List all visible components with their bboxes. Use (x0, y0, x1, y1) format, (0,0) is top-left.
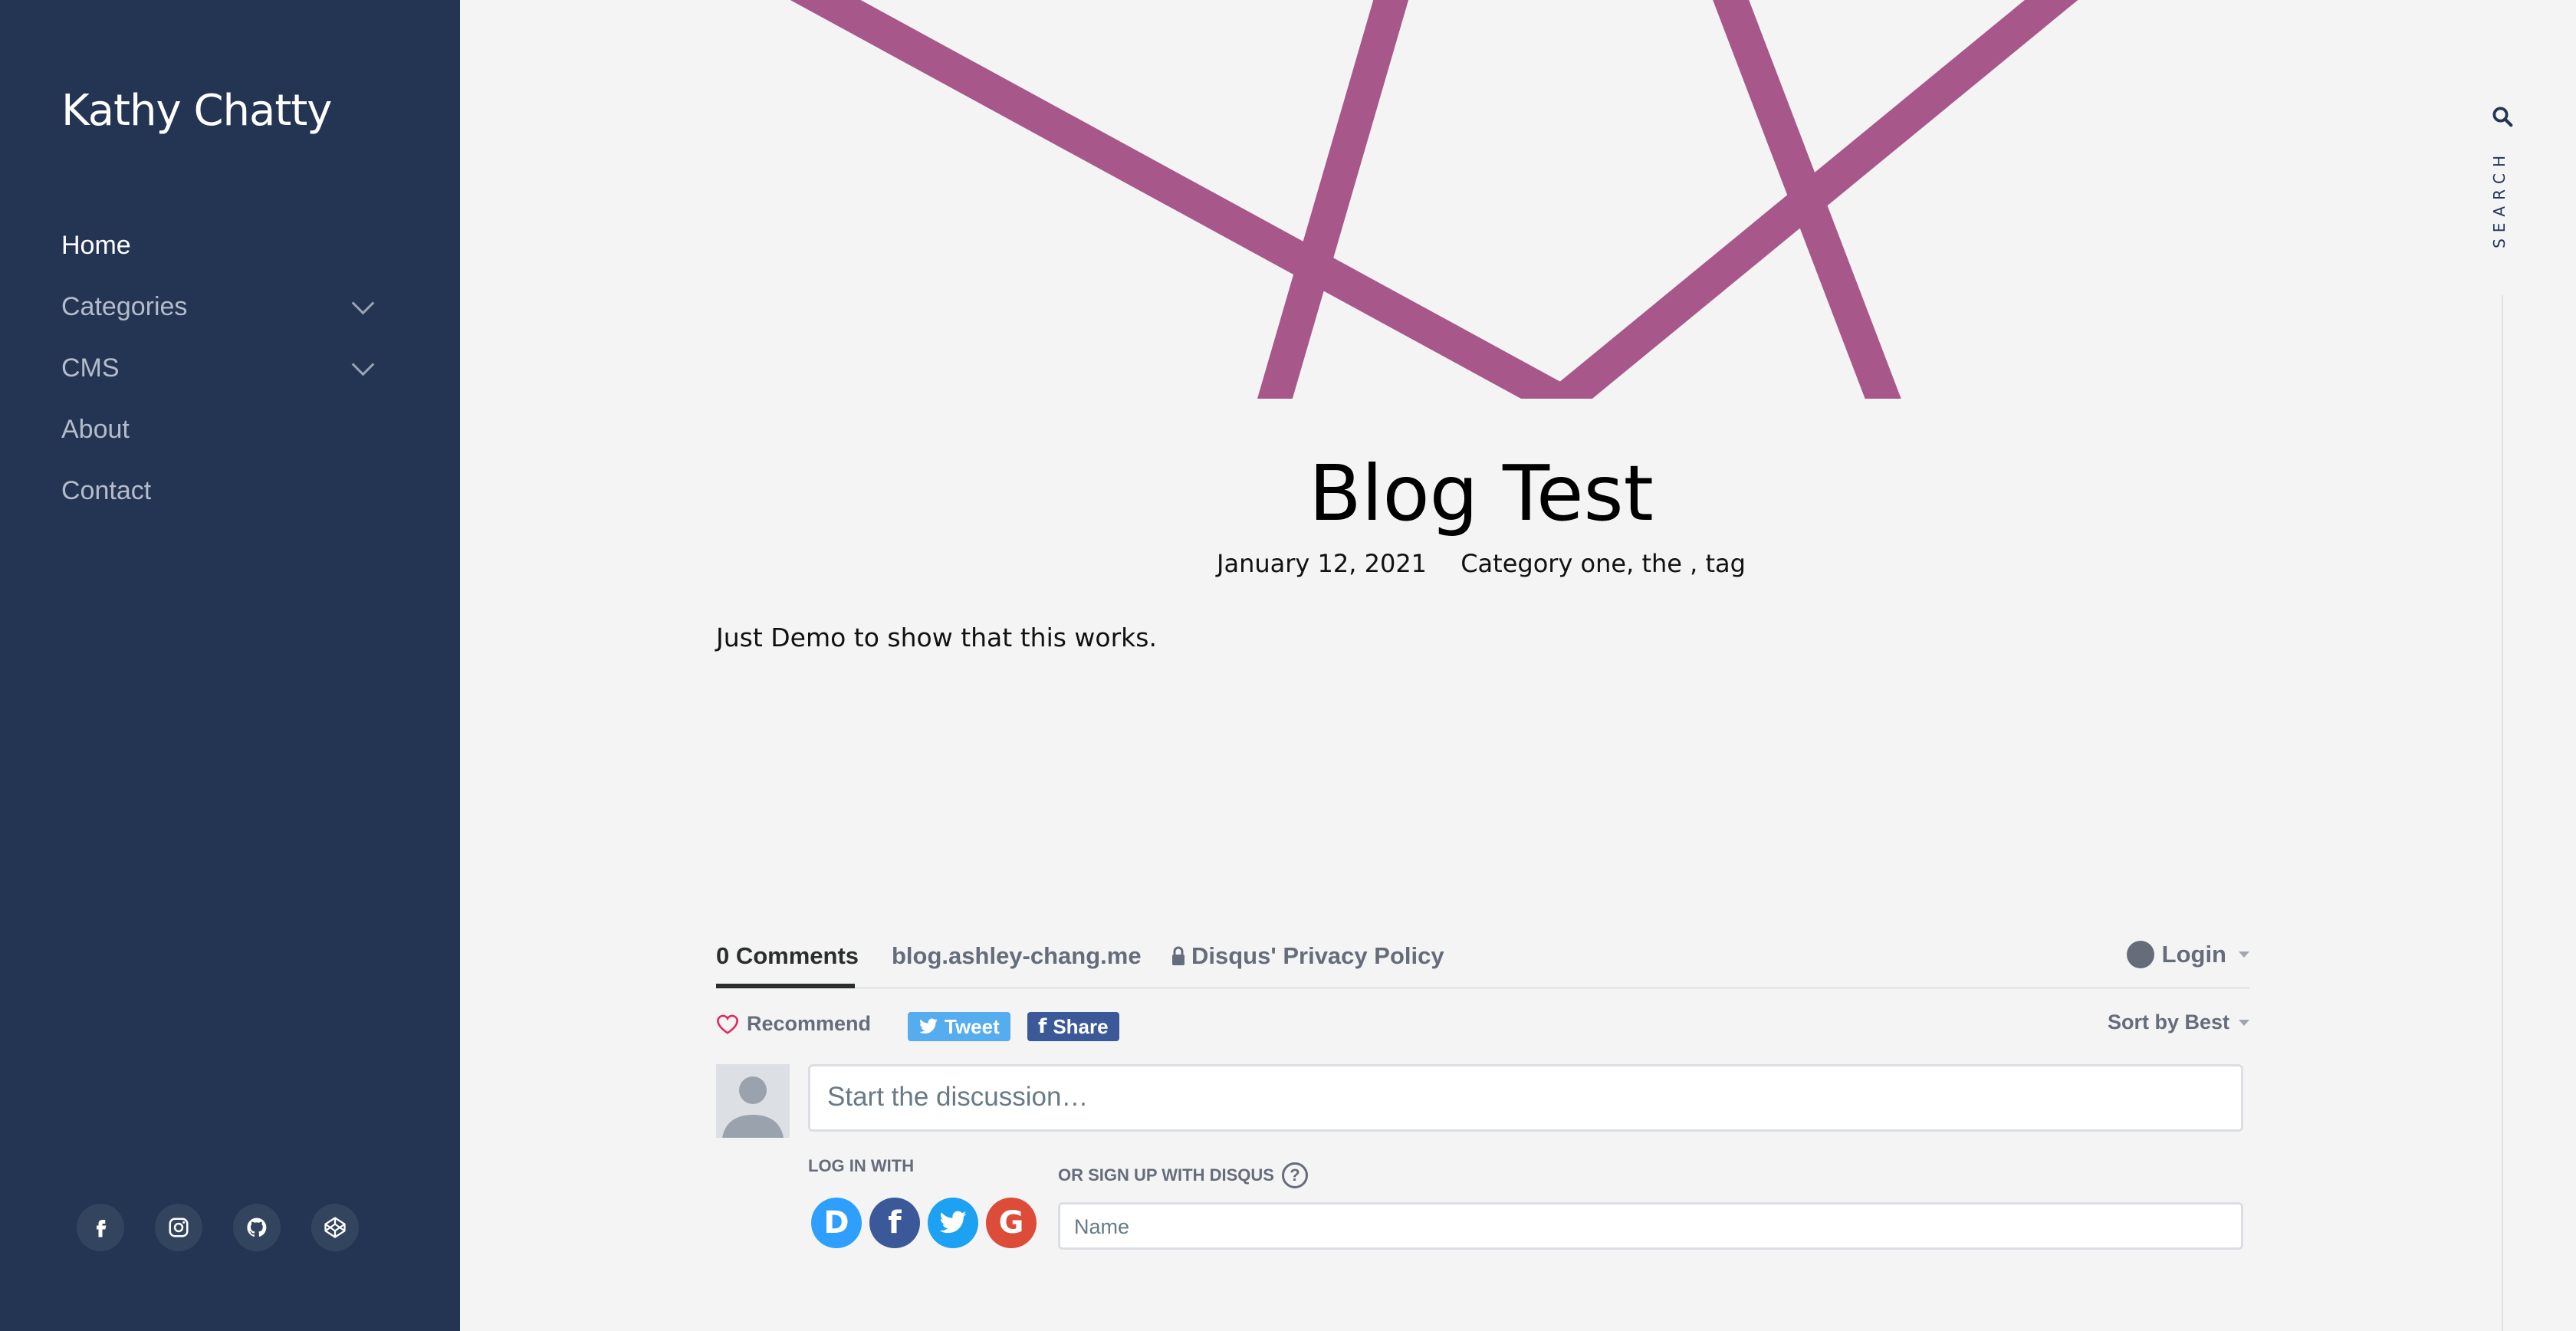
help-icon[interactable]: ? (1281, 1162, 1308, 1188)
login-label: Login (2161, 941, 2226, 968)
hero-image (460, 0, 2507, 399)
disqus-thread: 0 Comments blog.ashley-chang.me Disqus' … (716, 932, 2249, 1265)
tab-site[interactable]: blog.ashley-chang.me (892, 942, 1142, 970)
codepen-link[interactable] (311, 1204, 359, 1251)
disqus-login-button[interactable]: D (811, 1198, 862, 1248)
login-button[interactable]: Login (2126, 941, 2249, 968)
sidebar: Kathy Chatty Home Categories CMS About C… (0, 0, 460, 1331)
disqus-icon: D (823, 1205, 849, 1241)
sort-label: Sort by Best (2107, 1011, 2229, 1034)
tab-comments[interactable]: 0 Comments (716, 942, 859, 970)
twitter-icon (919, 1018, 938, 1034)
nav-item-label: CMS (61, 353, 120, 383)
facebook-icon: f (888, 1205, 902, 1241)
recommend-label: Recommend (747, 1012, 872, 1035)
nav-item-categories[interactable]: Categories (61, 276, 376, 337)
tweet-label: Tweet (945, 1014, 1000, 1038)
twitter-login-button[interactable] (928, 1198, 978, 1248)
post-categories[interactable]: Category one, the , tag (1460, 549, 1746, 578)
active-tab-indicator (716, 984, 855, 988)
facebook-login-button[interactable]: f (869, 1198, 920, 1248)
avatar (716, 1064, 790, 1138)
github-icon (247, 1218, 267, 1237)
site-brand[interactable]: Kathy Chatty (61, 86, 332, 136)
instagram-link[interactable] (155, 1204, 202, 1251)
recommend-button[interactable]: Recommend (716, 1012, 871, 1036)
chat-bubble-icon (2126, 941, 2154, 968)
search-button[interactable] (2486, 100, 2519, 133)
post-title: Blog Test (1309, 449, 1654, 538)
caret-down-icon (2239, 951, 2249, 958)
login-providers: D f G (811, 1198, 1037, 1248)
tweet-button[interactable]: Tweet (908, 1012, 1010, 1041)
nav-item-label: About (61, 414, 130, 444)
user-avatar-icon (722, 1076, 784, 1138)
hero-artwork (790, 0, 2078, 399)
nav-item-about[interactable]: About (61, 399, 376, 460)
signup-label: OR SIGN UP WITH DISQUS ? (1058, 1162, 1308, 1188)
post-meta: January 12, 2021 Category one, the , tag (460, 549, 2502, 578)
tab-privacy-policy[interactable]: Disqus' Privacy Policy (1171, 942, 1444, 970)
chevron-down-icon[interactable] (351, 291, 375, 314)
nav-item-home[interactable]: Home (61, 215, 376, 276)
instagram-icon (169, 1218, 189, 1237)
disqus-actions: Recommend Tweet f Share Sort by Best (716, 989, 2249, 1058)
chevron-down-icon[interactable] (351, 353, 375, 376)
share-label: Share (1053, 1014, 1109, 1038)
share-button[interactable]: f Share (1027, 1012, 1119, 1041)
signup-text: OR SIGN UP WITH DISQUS (1058, 1165, 1274, 1185)
comment-compose: Start the discussion… LOG IN WITH OR SIG… (716, 1058, 2249, 1265)
heart-icon (717, 1014, 738, 1034)
nav-item-label: Home (61, 230, 131, 260)
facebook-icon (97, 1220, 107, 1237)
caret-down-icon (2239, 1019, 2249, 1026)
name-input[interactable]: Name (1058, 1202, 2243, 1250)
github-link[interactable] (233, 1204, 281, 1251)
google-icon: G (998, 1205, 1024, 1241)
twitter-icon (939, 1211, 967, 1234)
comment-input[interactable]: Start the discussion… (808, 1064, 2243, 1132)
sort-dropdown[interactable]: Sort by Best (2108, 1011, 2249, 1034)
facebook-link[interactable] (77, 1204, 124, 1251)
login-with-label: LOG IN WITH (808, 1156, 915, 1175)
nav-item-cms[interactable]: CMS (61, 337, 376, 399)
post-body: Just Demo to show that this works. (716, 623, 1157, 652)
social-links (77, 1204, 359, 1251)
lock-icon (1172, 946, 1184, 965)
nav-item-label: Categories (61, 291, 188, 321)
post-date: January 12, 2021 (1217, 549, 1428, 578)
main-nav: Home Categories CMS About Contact (61, 215, 376, 521)
nav-item-contact[interactable]: Contact (61, 460, 376, 521)
search-label[interactable]: SEARCH (2490, 150, 2513, 248)
facebook-icon: f (1038, 1015, 1047, 1038)
codepen-icon (324, 1217, 346, 1238)
disqus-nav: 0 Comments blog.ashley-chang.me Disqus' … (716, 932, 2249, 989)
nav-item-label: Contact (61, 475, 152, 505)
google-login-button[interactable]: G (986, 1198, 1037, 1248)
search-icon (2492, 107, 2513, 127)
privacy-label: Disqus' Privacy Policy (1191, 942, 1444, 969)
